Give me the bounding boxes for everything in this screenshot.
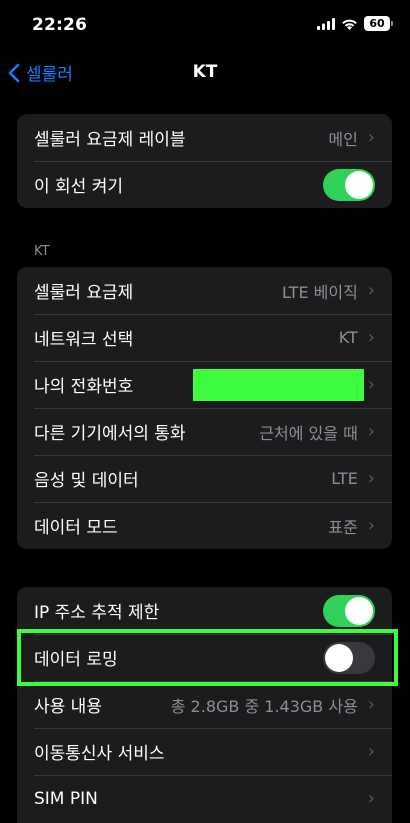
- row-plan-label[interactable]: 셀룰러 요금제 레이블 메인 ›: [17, 114, 392, 161]
- toggle-knob: [345, 596, 373, 625]
- row-value: KT ›: [339, 327, 375, 348]
- row-label: 음성 및 데이터: [34, 471, 139, 491]
- row-label: 셀룰러 요금제 레이블: [34, 130, 186, 150]
- chevron-right-icon: ›: [367, 327, 375, 348]
- battery-icon: 60: [364, 16, 393, 31]
- row-value: 표준 ›: [328, 514, 375, 538]
- chevron-right-icon: ›: [367, 280, 375, 301]
- row-turn-on-line: 이 회선 켜기: [17, 161, 392, 208]
- data-roaming-toggle[interactable]: [323, 641, 375, 674]
- row-label: 사용 내용: [34, 697, 102, 717]
- chevron-right-icon: ›: [367, 468, 375, 489]
- row-label: 네트워크 선택: [34, 330, 134, 350]
- row-label: 데이터 모드: [34, 518, 118, 538]
- chevron-right-icon: ›: [367, 788, 375, 809]
- row-value-text: LTE: [331, 469, 358, 488]
- row-value-text: 표준: [328, 517, 358, 537]
- wifi-icon: [342, 19, 357, 30]
- row-data-mode[interactable]: 데이터 모드 표준 ›: [17, 502, 392, 549]
- section-header-kt: KT: [34, 244, 50, 259]
- row-value-text: LTE 베이직: [281, 282, 358, 302]
- row-value: ›: [358, 741, 375, 762]
- settings-group-line: 셀룰러 요금제 레이블 메인 › 이 회선 켜기: [17, 114, 392, 208]
- row-label: SIM PIN: [34, 788, 98, 809]
- row-value-text: 근처에 있을 때: [259, 423, 358, 443]
- row-value-text: 총 2.8GB 중 1.43GB 사용: [170, 696, 358, 716]
- row-cellular-plan[interactable]: 셀룰러 요금제 LTE 베이직 ›: [17, 267, 392, 314]
- row-carrier-services[interactable]: 이동통신사 서비스 ›: [17, 728, 392, 775]
- row-network-selection[interactable]: 네트워크 선택 KT ›: [17, 314, 392, 361]
- chevron-right-icon: ›: [367, 515, 375, 536]
- status-time: 22:26: [32, 15, 88, 35]
- toggle-knob: [345, 170, 373, 199]
- chevron-right-icon: ›: [367, 374, 375, 395]
- row-value-text: KT: [338, 328, 358, 347]
- chevron-right-icon: ›: [367, 694, 375, 715]
- row-data-roaming: 데이터 로밍: [17, 634, 392, 681]
- status-icons: 60: [317, 16, 393, 31]
- limit-ip-tracking-toggle[interactable]: [323, 594, 375, 627]
- row-value-text: 메인: [328, 129, 358, 149]
- row-label: 데이터 로밍: [34, 650, 118, 670]
- row-label: 이동통신사 서비스: [34, 744, 165, 764]
- row-usage[interactable]: 사용 내용 총 2.8GB 중 1.43GB 사용 ›: [17, 681, 392, 728]
- row-voice-data[interactable]: 음성 및 데이터 LTE ›: [17, 455, 392, 502]
- chevron-right-icon: ›: [367, 127, 375, 148]
- row-value: 총 2.8GB 중 1.43GB 사용 ›: [171, 693, 375, 717]
- row-calls-other-devices[interactable]: 다른 기기에서의 통화 근처에 있을 때 ›: [17, 408, 392, 455]
- page-title: KT: [192, 62, 218, 82]
- chevron-right-icon: ›: [367, 421, 375, 442]
- navigation-bar: 셀룰러 KT: [0, 52, 410, 92]
- status-bar: 22:26 60: [0, 0, 410, 52]
- row-value: 메인 ›: [328, 126, 375, 150]
- cellular-signal-icon: [317, 17, 335, 30]
- row-label: 셀룰러 요금제: [34, 283, 134, 303]
- toggle-knob: [325, 643, 353, 672]
- settings-group-kt: 셀룰러 요금제 LTE 베이직 › 네트워크 선택 KT › 나의 전화번호 ›…: [17, 267, 392, 549]
- row-limit-ip-tracking: IP 주소 추적 제한: [17, 587, 392, 634]
- row-value: LTE ›: [331, 468, 375, 489]
- row-sim-pin[interactable]: SIM PIN ›: [17, 775, 392, 822]
- settings-group-data: IP 주소 추적 제한 데이터 로밍 사용 내용 총 2.8GB 중 1.43G…: [17, 587, 392, 823]
- row-label: 이 회선 켜기: [34, 177, 124, 197]
- redaction-block: [193, 369, 364, 401]
- row-label: 다른 기기에서의 통화: [34, 424, 186, 444]
- row-label: IP 주소 추적 제한: [34, 603, 160, 623]
- chevron-right-icon: ›: [367, 741, 375, 762]
- turn-on-line-toggle[interactable]: [323, 168, 375, 201]
- row-value: ›: [358, 788, 375, 809]
- row-value: LTE 베이직 ›: [282, 279, 375, 303]
- row-value: 근처에 있을 때 ›: [259, 420, 375, 444]
- row-label: 나의 전화번호: [34, 377, 134, 397]
